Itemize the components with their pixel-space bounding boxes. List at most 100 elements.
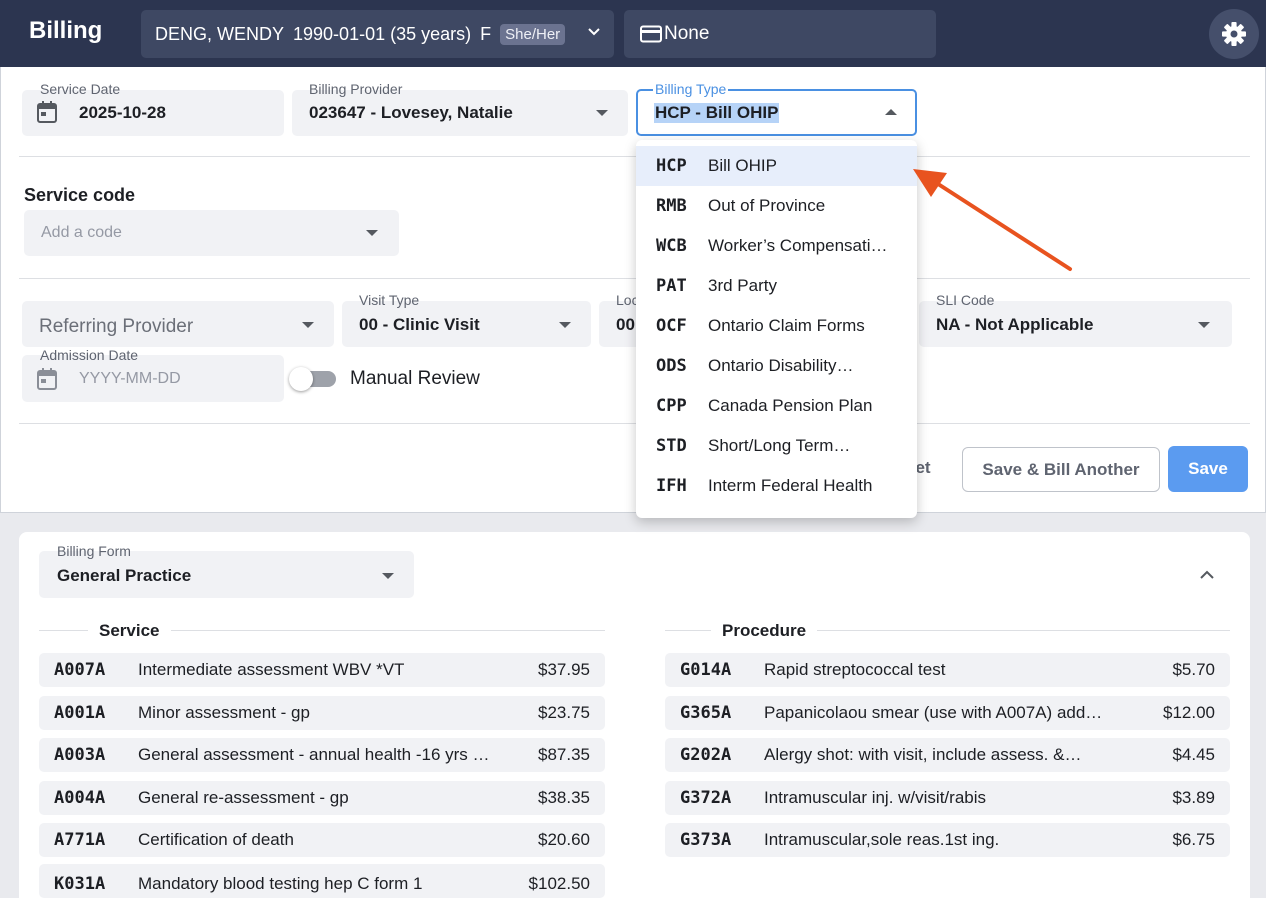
procedure-description: Alergy shot: with visit, include assess.…: [764, 745, 1082, 764]
service-price: $102.50: [528, 874, 590, 893]
top-bar: Billing DENG, WENDY 1990-01-01 (35 years…: [0, 0, 1266, 67]
save-button[interactable]: Save: [1168, 446, 1248, 492]
payment-value: None: [664, 23, 710, 44]
billing-type-option[interactable]: PAT 3rd Party: [636, 266, 917, 306]
service-description: General re-assessment - gp: [138, 788, 349, 807]
service-description: Certification of death: [138, 830, 294, 849]
service-code: K031A: [54, 874, 106, 894]
option-code: HCP: [656, 156, 687, 176]
divider: [19, 423, 1250, 424]
patient-dob: 1990-01-01 (35 years): [293, 23, 472, 44]
service-price: $37.95: [538, 660, 590, 679]
service-description: Minor assessment - gp: [138, 703, 310, 722]
visit-type-label: Visit Type: [359, 292, 420, 308]
billing-type-option[interactable]: IFH Interm Federal Health: [636, 466, 917, 506]
service-code: A771A: [54, 830, 106, 850]
page-title: Billing: [29, 17, 103, 44]
procedure-row[interactable]: G373A Intramuscular,sole reas.1st ing. $…: [665, 823, 1230, 857]
chevron-down-icon: [1198, 322, 1210, 328]
option-code: STD: [656, 436, 687, 456]
billing-type-option[interactable]: OCF Ontario Claim Forms: [636, 306, 917, 346]
gear-icon: [1222, 22, 1246, 46]
service-row[interactable]: A003A General assessment - annual health…: [39, 738, 605, 772]
save-bill-another-button[interactable]: Save & Bill Another: [962, 447, 1160, 492]
service-price: $87.35: [538, 745, 590, 764]
service-price: $23.75: [538, 703, 590, 722]
billing-type-dropdown: HCP Bill OHIP RMB Out of Province WCB Wo…: [636, 140, 917, 518]
billing-form-value: General Practice: [57, 566, 192, 585]
procedure-price: $6.75: [1172, 830, 1215, 849]
procedure-row[interactable]: G014A Rapid streptococcal test $5.70: [665, 653, 1230, 687]
procedure-description: Intramuscular inj. w/visit/rabis: [764, 788, 987, 807]
service-description: Intermediate assessment WBV *VT: [138, 660, 405, 679]
referring-provider-placeholder: Referring Provider: [39, 316, 194, 337]
procedure-code: G373A: [680, 830, 732, 850]
sli-code-label: SLI Code: [936, 292, 995, 308]
procedure-code: G372A: [680, 788, 732, 808]
billing-type-option[interactable]: WCB Worker’s Compensati…: [636, 226, 917, 266]
settings-button[interactable]: [1209, 9, 1259, 59]
procedure-row[interactable]: G202A Alergy shot: with visit, include a…: [665, 738, 1230, 772]
service-code: A003A: [54, 745, 106, 765]
pronoun-badge: She/Her: [500, 23, 566, 45]
service-row[interactable]: A004A General re-assessment - gp $38.35: [39, 781, 605, 815]
procedure-price: $4.45: [1172, 745, 1215, 764]
chevron-down-icon: [596, 110, 608, 116]
toggle-knob[interactable]: [289, 367, 313, 391]
service-row[interactable]: A771A Certification of death $20.60: [39, 823, 605, 857]
billing-provider-label: Billing Provider: [309, 81, 403, 97]
service-date-value: 2025-10-28: [79, 103, 166, 122]
calendar-icon[interactable]: [37, 101, 57, 123]
billing-type-option[interactable]: STD Short/Long Term…: [636, 426, 917, 466]
chevron-down-icon: [366, 230, 378, 236]
option-code: CPP: [656, 396, 687, 416]
service-price: $20.60: [538, 830, 590, 849]
option-label: Canada Pension Plan: [708, 396, 873, 415]
procedure-code: G014A: [680, 660, 732, 680]
procedure-price: $12.00: [1163, 703, 1215, 722]
option-code: RMB: [656, 196, 687, 216]
procedure-description: Intramuscular,sole reas.1st ing.: [764, 830, 1000, 849]
procedure-heading: Procedure: [711, 621, 818, 641]
service-row[interactable]: A001A Minor assessment - gp $23.75: [39, 696, 605, 730]
chevron-up-icon: [885, 109, 897, 115]
chevron-down-icon: [302, 322, 314, 328]
credit-card-icon: [640, 25, 662, 43]
billing-type-option[interactable]: HCP Bill OHIP: [636, 146, 917, 186]
option-label: Ontario Disability…: [708, 356, 854, 375]
procedure-description: Papanicolaou smear (use with A007A) add…: [764, 703, 1103, 722]
chevron-down-icon: [588, 28, 600, 36]
service-price: $38.35: [538, 788, 590, 807]
procedure-row[interactable]: G372A Intramuscular inj. w/visit/rabis $…: [665, 781, 1230, 815]
billing-type-value: HCP - Bill OHIP: [654, 103, 780, 123]
procedure-row[interactable]: G365A Papanicolaou smear (use with A007A…: [665, 696, 1230, 730]
option-label: Short/Long Term…: [708, 436, 851, 455]
billing-type-option[interactable]: CPP Canada Pension Plan: [636, 386, 917, 426]
procedure-price: $3.89: [1172, 788, 1215, 807]
procedure-price: $5.70: [1172, 660, 1215, 679]
option-label: 3rd Party: [708, 276, 777, 295]
payment-selector[interactable]: None: [624, 10, 936, 58]
chevron-down-icon: [559, 322, 571, 328]
procedure-code: G365A: [680, 703, 732, 723]
collapse-chevron-up-icon[interactable]: [1199, 569, 1215, 581]
service-code: A004A: [54, 788, 106, 808]
billing-type-option[interactable]: RMB Out of Province: [636, 186, 917, 226]
billing-type-label: Billing Type: [653, 81, 729, 97]
service-row[interactable]: K031A Mandatory blood testing hep C form…: [39, 864, 605, 898]
service-row[interactable]: A007A Intermediate assessment WBV *VT $3…: [39, 653, 605, 687]
option-code: WCB: [656, 236, 687, 256]
billing-type-option[interactable]: ODS Ontario Disability…: [636, 346, 917, 386]
admission-date-label: Admission Date: [40, 347, 139, 363]
option-code: PAT: [656, 276, 687, 296]
service-description: General assessment - annual health -16 y…: [138, 745, 490, 764]
option-code: ODS: [656, 356, 687, 376]
option-label: Bill OHIP: [708, 156, 777, 175]
patient-name: DENG, WENDY: [155, 23, 285, 44]
procedure-description: Rapid streptococcal test: [764, 660, 946, 679]
option-code: OCF: [656, 316, 687, 336]
billing-form-label: Billing Form: [57, 543, 131, 559]
calendar-icon[interactable]: [37, 368, 57, 390]
chevron-down-icon: [382, 573, 394, 579]
patient-selector[interactable]: DENG, WENDY 1990-01-01 (35 years) F She/…: [141, 10, 614, 58]
